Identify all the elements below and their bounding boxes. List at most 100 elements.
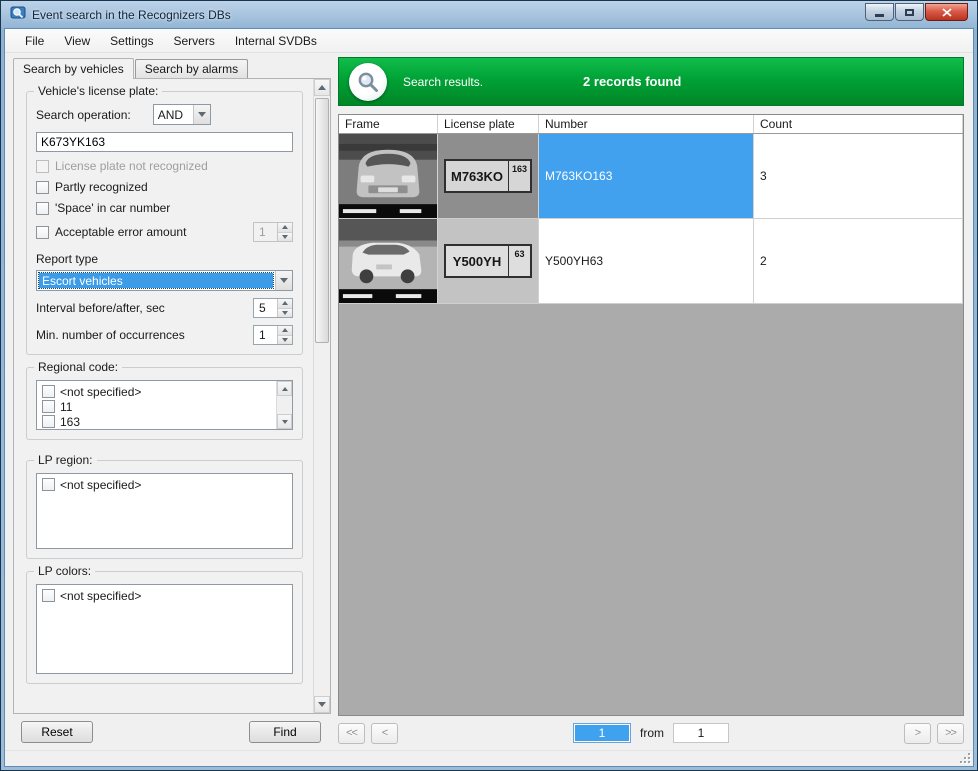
scroll-up-button[interactable] bbox=[314, 79, 330, 96]
list-item[interactable]: 11 bbox=[37, 399, 292, 414]
checkbox-icon[interactable] bbox=[42, 400, 55, 413]
chevron-down-icon[interactable] bbox=[193, 105, 210, 124]
checkbox-icon[interactable] bbox=[42, 415, 55, 428]
find-button[interactable]: Find bbox=[249, 721, 321, 743]
menu-item-servers[interactable]: Servers bbox=[164, 31, 225, 51]
table-empty-area bbox=[339, 304, 963, 715]
tab-search-by-alarms[interactable]: Search by alarms bbox=[135, 59, 248, 78]
license-plate-image[interactable]: Y500YH 63 bbox=[438, 219, 539, 303]
column-header-license-plate[interactable]: License plate bbox=[438, 115, 539, 133]
checkbox-icon[interactable] bbox=[42, 589, 55, 602]
search-panel: Search by vehicles Search by alarms Vehi… bbox=[5, 57, 331, 750]
spinner-value: 1 bbox=[254, 223, 277, 241]
scroll-down-button[interactable] bbox=[277, 414, 292, 429]
checkbox-icon[interactable] bbox=[36, 202, 49, 215]
number-cell[interactable]: M763KO163 bbox=[539, 134, 754, 218]
table-row[interactable]: Y500YH 63 Y500YH63 2 bbox=[339, 219, 963, 304]
spin-down-button[interactable] bbox=[278, 233, 292, 242]
group-title: Vehicle's license plate: bbox=[34, 84, 162, 98]
checkbox-space-in-car-number[interactable]: 'Space' in car number bbox=[36, 201, 293, 215]
close-button[interactable] bbox=[925, 3, 968, 21]
plate-text: M763KO bbox=[446, 161, 508, 191]
menu-bar: File View Settings Servers Internal SVDB… bbox=[5, 29, 973, 53]
spin-down-button[interactable] bbox=[278, 336, 292, 345]
app-icon bbox=[10, 5, 26, 24]
resize-grip[interactable] bbox=[958, 751, 970, 763]
tab-search-by-vehicles[interactable]: Search by vehicles bbox=[13, 58, 134, 79]
reset-button[interactable]: Reset bbox=[21, 721, 93, 743]
minimize-button[interactable] bbox=[865, 3, 894, 21]
scroll-down-button[interactable] bbox=[314, 696, 330, 713]
checkbox-icon[interactable] bbox=[42, 478, 55, 491]
first-page-button[interactable]: << bbox=[338, 723, 365, 744]
table-header: Frame License plate Number Count bbox=[339, 115, 963, 134]
regional-code-scrollbar[interactable] bbox=[276, 381, 292, 429]
search-operation-select[interactable]: AND bbox=[153, 104, 211, 125]
license-plate-crop: M763KO 163 bbox=[444, 159, 532, 193]
license-plate-input[interactable] bbox=[36, 132, 293, 152]
checkbox-label: Partly recognized bbox=[55, 180, 148, 194]
column-header-count[interactable]: Count bbox=[754, 115, 963, 133]
spin-up-button[interactable] bbox=[278, 326, 292, 336]
close-icon bbox=[942, 8, 952, 17]
spin-down-button[interactable] bbox=[278, 309, 292, 318]
license-plate-image[interactable]: M763KO 163 bbox=[438, 134, 539, 218]
records-count: 2 records found bbox=[583, 74, 681, 89]
checkbox-icon[interactable] bbox=[36, 181, 49, 194]
maximize-button[interactable] bbox=[895, 3, 924, 21]
left-panel-scrollbar[interactable] bbox=[313, 79, 330, 713]
spin-up-button[interactable] bbox=[278, 299, 292, 309]
error-amount-spinner[interactable]: 1 bbox=[253, 222, 293, 242]
regional-code-list[interactable]: <not specified> 11 163 bbox=[36, 380, 293, 430]
spin-up-button[interactable] bbox=[278, 223, 292, 233]
list-item[interactable]: 163 bbox=[37, 414, 292, 429]
count-cell[interactable]: 3 bbox=[754, 134, 963, 218]
chevron-down-icon[interactable] bbox=[275, 271, 292, 290]
menu-item-settings[interactable]: Settings bbox=[100, 31, 163, 51]
results-banner: Search results. 2 records found bbox=[338, 57, 964, 106]
checkbox-icon[interactable] bbox=[36, 160, 49, 173]
list-item-label: <not specified> bbox=[60, 478, 141, 492]
checkbox-license-plate-not-recognized[interactable]: License plate not recognized bbox=[36, 159, 293, 173]
list-item[interactable]: <not specified> bbox=[37, 588, 292, 603]
list-item-label: <not specified> bbox=[60, 589, 141, 603]
window-title: Event search in the Recognizers DBs bbox=[32, 8, 231, 22]
group-title: LP region: bbox=[34, 453, 97, 467]
group-vehicle-license-plate: Vehicle's license plate: Search operatio… bbox=[26, 91, 303, 355]
report-type-select[interactable]: Escort vehicles bbox=[36, 270, 293, 291]
scroll-up-button[interactable] bbox=[277, 381, 292, 396]
scrollbar-track[interactable] bbox=[314, 96, 330, 696]
interval-label: Interval before/after, sec bbox=[36, 301, 165, 315]
license-plate-crop: Y500YH 63 bbox=[444, 244, 532, 278]
count-cell[interactable]: 2 bbox=[754, 219, 963, 303]
page-input-value: 1 bbox=[575, 725, 629, 741]
prev-page-button[interactable]: < bbox=[371, 723, 398, 744]
table-row[interactable]: M763KO 163 M763KO163 3 bbox=[339, 134, 963, 219]
column-header-frame[interactable]: Frame bbox=[339, 115, 438, 133]
checkbox-acceptable-error-amount[interactable]: Acceptable error amount 1 bbox=[36, 222, 293, 242]
min-occurrences-spinner[interactable]: 1 bbox=[253, 325, 293, 345]
next-page-button[interactable]: > bbox=[904, 723, 931, 744]
checkbox-icon[interactable] bbox=[42, 385, 55, 398]
last-page-button[interactable]: >> bbox=[937, 723, 964, 744]
frame-image[interactable] bbox=[339, 219, 438, 303]
list-item[interactable]: <not specified> bbox=[37, 384, 292, 399]
title-bar[interactable]: Event search in the Recognizers DBs bbox=[4, 1, 974, 28]
group-lp-region: LP region: <not specified> bbox=[26, 460, 303, 559]
lp-colors-list[interactable]: <not specified> bbox=[36, 584, 293, 674]
menu-item-view[interactable]: View bbox=[54, 31, 100, 51]
checkbox-icon[interactable] bbox=[36, 226, 49, 239]
checkbox-partly-recognized[interactable]: Partly recognized bbox=[36, 180, 293, 194]
number-cell[interactable]: Y500YH63 bbox=[539, 219, 754, 303]
page-input[interactable]: 1 bbox=[573, 723, 631, 743]
min-occurrences-label: Min. number of occurrences bbox=[36, 328, 185, 342]
list-item[interactable]: <not specified> bbox=[37, 477, 292, 492]
interval-spinner[interactable]: 5 bbox=[253, 298, 293, 318]
scrollbar-thumb[interactable] bbox=[315, 98, 329, 343]
report-type-value: Escort vehicles bbox=[39, 273, 273, 288]
column-header-number[interactable]: Number bbox=[539, 115, 754, 133]
menu-item-file[interactable]: File bbox=[15, 31, 54, 51]
lp-region-list[interactable]: <not specified> bbox=[36, 473, 293, 549]
menu-item-internal-svdbs[interactable]: Internal SVDBs bbox=[225, 31, 327, 51]
frame-image[interactable] bbox=[339, 134, 438, 218]
